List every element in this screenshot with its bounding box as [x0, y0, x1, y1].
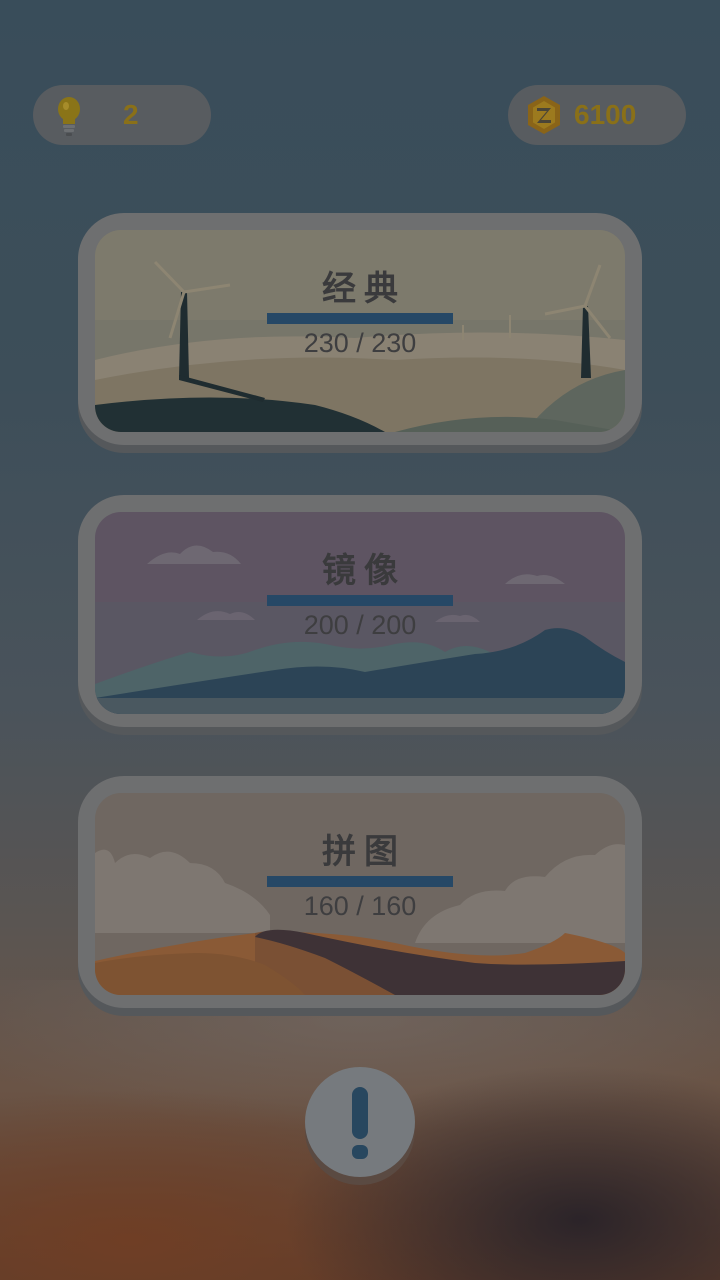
- mode-progress: 160 / 160: [303, 891, 417, 921]
- info-button[interactable]: [305, 1067, 415, 1177]
- coins-counter[interactable]: 6100: [508, 85, 686, 145]
- mode-card-mirror[interactable]: 镜像 200 / 200: [78, 495, 642, 727]
- progress-bar: [267, 595, 453, 606]
- hints-counter[interactable]: 2: [33, 85, 211, 145]
- progress-bar: [267, 313, 453, 324]
- coin-icon: [528, 96, 560, 134]
- mode-progress: 200 / 200: [303, 610, 417, 640]
- coins-count: 6100: [574, 99, 637, 130]
- progress-bar: [267, 876, 453, 887]
- mode-progress: 230 / 230: [303, 328, 417, 358]
- mode-card-classic[interactable]: 经典 230 / 230: [78, 213, 642, 445]
- mode-title: 拼图: [322, 832, 406, 872]
- hints-count: 2: [123, 99, 139, 130]
- mode-card-puzzle[interactable]: 拼图 160 / 160: [78, 776, 642, 1008]
- lightbulb-icon: [58, 97, 80, 136]
- mode-title: 镜像: [322, 551, 406, 591]
- mode-title: 经典: [322, 269, 406, 309]
